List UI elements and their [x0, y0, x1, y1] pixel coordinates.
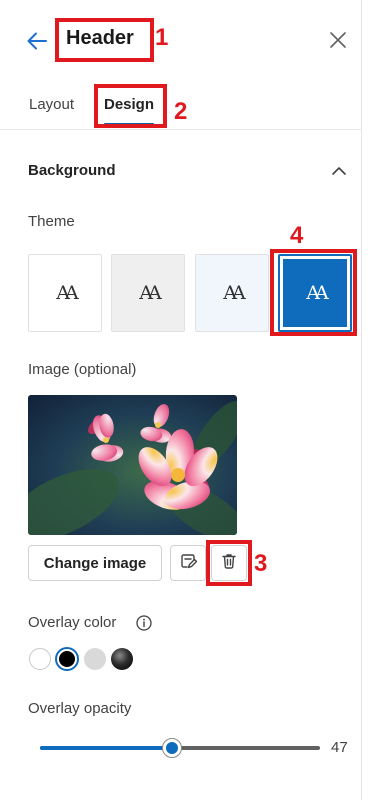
annotation-number-3: 3 — [254, 550, 268, 577]
chevron-up-icon[interactable] — [330, 162, 348, 180]
overlay-opacity-label: Overlay opacity — [28, 700, 132, 717]
edit-image-button[interactable] — [170, 545, 206, 581]
annotation-box-1 — [55, 18, 154, 62]
annotation-number-2: 2 — [174, 98, 188, 125]
overlay-swatch-gray[interactable] — [84, 648, 106, 670]
annotation-box-2 — [94, 84, 167, 128]
close-icon[interactable] — [327, 29, 349, 51]
info-icon[interactable] — [135, 614, 153, 632]
theme-glyph: AA — [56, 282, 79, 304]
image-label: Image (optional) — [28, 361, 137, 378]
theme-label: Theme — [28, 213, 75, 230]
annotation-box-3 — [206, 540, 252, 586]
change-image-button[interactable]: Change image — [28, 545, 162, 581]
edit-icon — [179, 552, 198, 575]
theme-option-light[interactable]: AA — [28, 254, 102, 332]
overlay-swatch-black-selected[interactable] — [55, 647, 79, 671]
annotation-number-1: 1 — [155, 24, 169, 51]
back-arrow-icon[interactable] — [24, 28, 50, 54]
background-image-preview — [28, 395, 237, 535]
annotation-number-4: 4 — [290, 222, 304, 249]
theme-glyph: AA — [223, 282, 246, 304]
section-title-background: Background — [28, 162, 116, 179]
overlay-opacity-slider[interactable] — [40, 738, 320, 758]
theme-glyph: AA — [139, 282, 162, 304]
swatch-fill — [59, 651, 75, 667]
overlay-swatch-white[interactable] — [29, 648, 51, 670]
overlay-opacity-value: 47 — [331, 739, 348, 756]
theme-option-pale-blue[interactable]: AA — [195, 254, 269, 332]
annotation-box-4 — [270, 249, 357, 336]
theme-option-gray[interactable]: AA — [111, 254, 185, 332]
slider-thumb[interactable] — [161, 738, 182, 758]
overlay-swatch-dark-gradient[interactable] — [111, 648, 133, 670]
overlay-color-label: Overlay color — [28, 614, 117, 631]
tab-layout[interactable]: Layout — [29, 96, 74, 113]
slider-fill — [40, 746, 172, 750]
